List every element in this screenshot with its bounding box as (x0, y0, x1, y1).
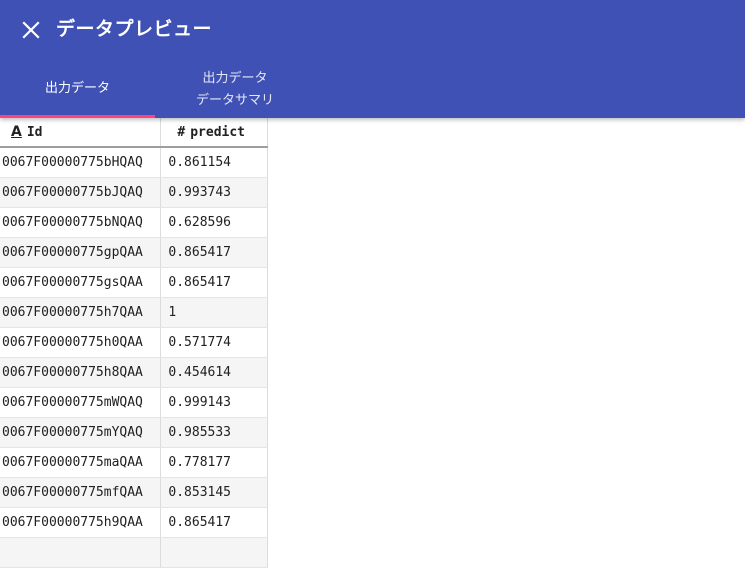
cell-id: 0067F00000775mYQAQ (0, 417, 162, 448)
table-row[interactable]: 0067F00000775h8QAA 0.454614 (0, 357, 268, 388)
tab-label-line2: データサマリ (195, 93, 274, 108)
table-row[interactable] (0, 537, 268, 568)
cell-predict: 0.853145 (160, 477, 268, 508)
cell-id: 0067F00000775h7QAA (0, 297, 162, 328)
column-header-predict[interactable]: # predict (160, 118, 268, 148)
table-row[interactable]: 0067F00000775bNQAQ 0.628596 (0, 207, 268, 238)
table-row[interactable]: 0067F00000775gsQAA 0.865417 (0, 267, 268, 298)
title-bar: データプレビュー (0, 0, 745, 60)
tab-label: 出力データ (44, 81, 110, 96)
table-header-row: A Id # predict (0, 118, 268, 148)
table-row[interactable]: 0067F00000775mWQAQ 0.999143 (0, 387, 268, 418)
cell-predict: 0.861154 (160, 147, 268, 178)
data-table: A Id # predict 0067F00000775bHQAQ 0.861154 0… (0, 118, 268, 568)
text-type-icon: A (11, 124, 22, 140)
cell-predict: 0.454614 (160, 357, 268, 388)
cell-id: 0067F00000775gpQAA (0, 237, 162, 268)
cell-id: 0067F00000775mWQAQ (0, 387, 162, 418)
table-row[interactable]: 0067F00000775bHQAQ 0.861154 (0, 147, 268, 178)
cell-id: 0067F00000775bHQAQ (0, 147, 162, 178)
column-header-label: predict (190, 124, 246, 140)
table-row[interactable]: 0067F00000775maQAA 0.778177 (0, 447, 268, 478)
cell-id (0, 537, 162, 568)
cell-predict: 0.865417 (160, 507, 268, 538)
cell-id: 0067F00000775h0QAA (0, 327, 162, 358)
table-body: 0067F00000775bHQAQ 0.861154 0067F00000775b… (0, 147, 268, 568)
table-row[interactable]: 0067F00000775mfQAA 0.853145 (0, 477, 268, 508)
cell-id: 0067F00000775maQAA (0, 447, 162, 478)
column-header-id[interactable]: A Id (0, 118, 162, 148)
cell-id: 0067F00000775mfQAA (0, 477, 162, 508)
cell-id: 0067F00000775h8QAA (0, 357, 162, 388)
tab-output-data[interactable]: 出力データ (0, 60, 155, 118)
table-row[interactable]: 0067F00000775mYQAQ 0.985533 (0, 417, 268, 448)
tab-bar: 出力データ 出力データ データサマリ (0, 60, 745, 118)
page-title: データプレビュー (56, 18, 213, 40)
cell-predict: 0.778177 (160, 447, 268, 478)
cell-predict (160, 537, 268, 568)
close-icon (22, 21, 40, 39)
table-row[interactable]: 0067F00000775h0QAA 0.571774 (0, 327, 268, 358)
table-row[interactable]: 0067F00000775h9QAA 0.865417 (0, 507, 268, 538)
table-row[interactable]: 0067F00000775gpQAA 0.865417 (0, 237, 268, 268)
cell-predict: 0.999143 (160, 387, 268, 418)
table-row[interactable]: 0067F00000775h7QAA 1 (0, 297, 268, 328)
tab-label-line1: 出力データ (202, 71, 268, 86)
cell-predict: 0.865417 (160, 237, 268, 268)
tab-data-summary[interactable]: 出力データ データサマリ (155, 60, 315, 118)
number-type-icon: # (177, 124, 186, 140)
close-button[interactable] (16, 15, 46, 45)
app-bar: データプレビュー 出力データ 出力データ データサマリ (0, 0, 745, 118)
cell-predict: 1 (160, 297, 268, 328)
column-header-label: Id (26, 125, 43, 140)
cell-predict: 0.993743 (160, 177, 268, 208)
cell-predict: 0.985533 (160, 417, 268, 448)
cell-predict: 0.865417 (160, 267, 268, 298)
active-tab-indicator (0, 115, 155, 118)
cell-id: 0067F00000775gsQAA (0, 267, 162, 298)
cell-predict: 0.571774 (160, 327, 268, 358)
table-row[interactable]: 0067F00000775bJQAQ 0.993743 (0, 177, 268, 208)
cell-id: 0067F00000775bJQAQ (0, 177, 162, 208)
cell-id: 0067F00000775h9QAA (0, 507, 162, 538)
cell-id: 0067F00000775bNQAQ (0, 207, 162, 238)
cell-predict: 0.628596 (160, 207, 268, 238)
